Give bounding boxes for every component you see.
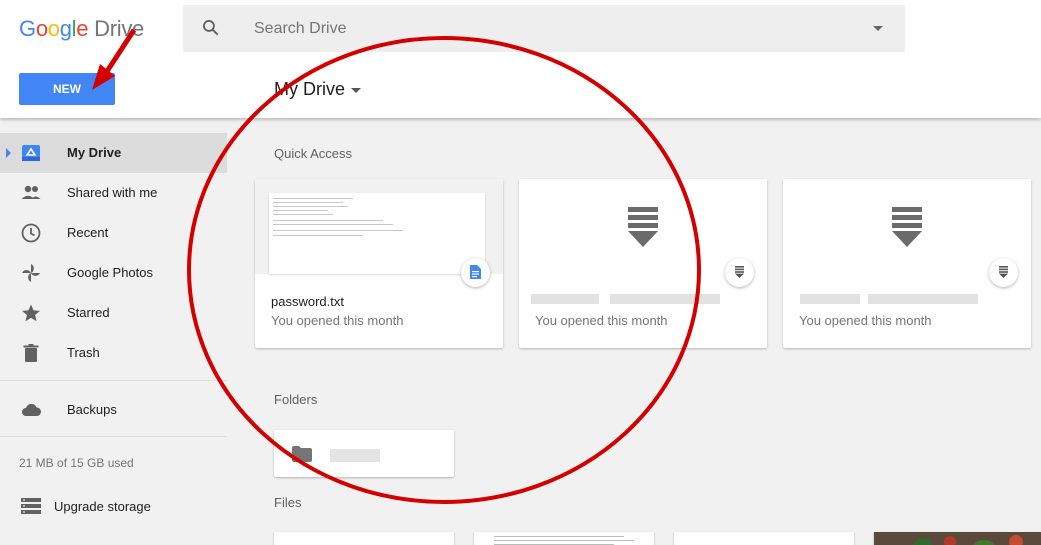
expand-arrow-icon[interactable] [6,148,11,158]
file-card[interactable] [474,532,654,545]
sidebar-item-recent[interactable]: Recent [0,213,227,253]
file-type-badge [461,258,490,287]
download-file-icon [628,207,658,247]
files-heading: Files [274,495,302,510]
sidebar-item-starred[interactable]: Starred [0,293,227,333]
pinwheel-icon [22,264,40,282]
sidebar-divider [0,436,227,437]
breadcrumb-my-drive[interactable]: My Drive [274,79,345,100]
redacted-file-name [531,294,599,304]
file-activity: You opened this month [535,313,668,328]
folder-icon [292,446,312,462]
sidebar-item-trash[interactable]: Trash [0,333,227,373]
redacted-file-name [868,294,978,304]
download-file-icon [999,266,1008,278]
sidebar-item-google-photos[interactable]: Google Photos [0,253,227,293]
text-document-preview [269,193,485,274]
sidebar-item-my-drive[interactable]: My Drive [0,133,227,173]
upgrade-storage-link[interactable]: Upgrade storage [0,491,227,521]
redacted-file-name [800,294,860,304]
people-icon [21,185,41,199]
search-options-dropdown-icon[interactable] [873,26,883,31]
file-thumbnail [255,179,503,274]
search-icon[interactable] [201,18,221,38]
logo-product-name: Drive [94,16,144,41]
new-button[interactable]: NEW [19,73,115,105]
sidebar-item-shared-with-me[interactable]: Shared with me [0,173,227,213]
top-header: Google Drive Search Drive NEW My Drive [0,0,1041,118]
storage-icon [21,498,41,514]
sidebar: My Drive Shared with me Recent Google Ph… [0,118,227,545]
sidebar-item-backups[interactable]: Backups [0,390,227,430]
my-drive-icon [22,145,40,161]
download-file-icon [735,266,744,278]
quick-access-card[interactable]: You opened this month [519,179,767,348]
search-input[interactable]: Search Drive [254,20,346,38]
folders-heading: Folders [274,392,318,407]
quick-access-heading: Quick Access [274,146,353,161]
cloud-icon [22,403,42,416]
clock-icon [21,223,41,243]
redacted-folder-name [330,449,380,462]
breadcrumb-dropdown-icon[interactable] [351,88,361,93]
redacted-file-name [610,294,720,304]
google-drive-logo[interactable]: Google Drive [19,16,144,42]
file-card[interactable] [874,532,1041,545]
file-thumbnail [783,179,1031,274]
drive-window: Google Drive Search Drive NEW My Drive My… [0,0,1041,545]
file-thumbnail [519,179,767,274]
file-activity: You opened this month [271,313,404,328]
file-activity: You opened this month [799,313,932,328]
quick-access-card[interactable]: password.txt You opened this month [255,179,503,348]
file-card[interactable] [274,532,454,545]
folder-item[interactable] [274,430,454,477]
trash-icon [23,344,39,362]
storage-usage-text: 21 MB of 15 GB used [19,456,134,470]
quick-access-card[interactable]: You opened this month [783,179,1031,348]
file-type-badge [725,258,754,287]
sidebar-divider [0,380,227,381]
file-name: password.txt [271,294,344,309]
file-type-badge [989,258,1018,287]
download-file-icon [892,207,922,247]
star-icon [22,304,40,322]
google-doc-icon [470,265,481,279]
file-card[interactable] [674,532,854,545]
search-bar[interactable]: Search Drive [183,5,905,52]
